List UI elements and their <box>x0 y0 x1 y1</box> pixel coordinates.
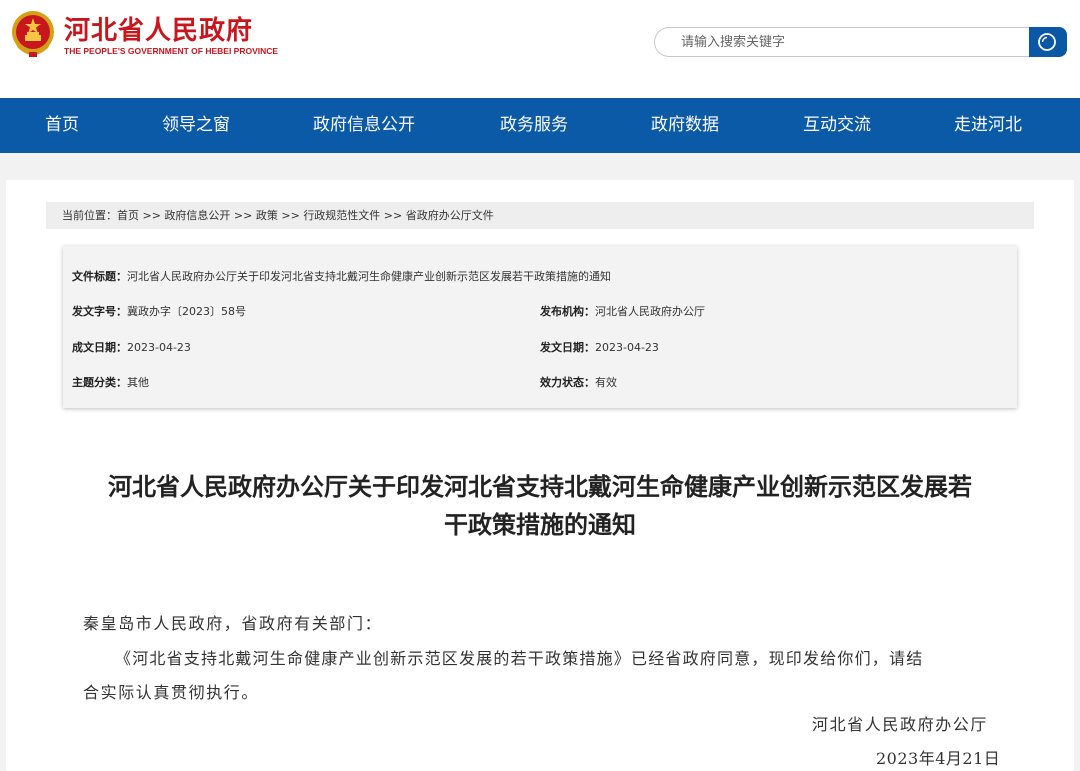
breadcrumb-separator: >> <box>139 209 165 222</box>
info-doc-no-value: 冀政办字〔2023〕58号 <box>127 305 246 318</box>
breadcrumb-prefix: 当前位置： <box>62 209 117 222</box>
document-body-line-2: 合实际认真贯彻执行。 <box>83 683 260 702</box>
site-title[interactable]: 河北省人民政府 <box>64 10 253 47</box>
document-date: 2023年4月21日 <box>876 749 1001 768</box>
info-status-value: 有效 <box>595 376 617 389</box>
info-status-label: 效力状态： <box>540 376 595 389</box>
site-header: 河北省人民政府 THE PEOPLE'S GOVERNMENT OF HEBEI… <box>0 0 1080 98</box>
main-nav: 首页 领导之窗 政府信息公开 政务服务 政府数据 互动交流 走进河北 <box>0 98 1080 153</box>
info-doc-no-row: 发文字号：冀政办字〔2023〕58号 <box>72 303 246 319</box>
nav-item-gov-data[interactable]: 政府数据 <box>651 98 719 153</box>
nav-item-interaction[interactable]: 互动交流 <box>803 98 871 153</box>
content-right-band <box>1074 153 1080 771</box>
info-title-row: 文件标题：河北省人民政府办公厅关于印发河北省支持北戴河生命健康产业创新示范区发展… <box>72 268 611 284</box>
info-category-value: 其他 <box>127 376 149 389</box>
nav-item-leaders[interactable]: 领导之窗 <box>162 98 230 153</box>
breadcrumb-item-home[interactable]: 首页 <box>117 209 139 222</box>
info-doc-no-label: 发文字号： <box>72 305 127 318</box>
info-issuer-label: 发布机构： <box>540 305 595 318</box>
national-emblem-icon[interactable] <box>10 8 56 58</box>
info-status-row: 效力状态：有效 <box>540 374 617 390</box>
breadcrumb-separator: >> <box>230 209 256 222</box>
search-button[interactable] <box>1029 27 1067 57</box>
breadcrumb-separator: >> <box>277 209 304 222</box>
info-issuer-value: 河北省人民政府办公厅 <box>595 305 705 318</box>
content-top-band <box>0 153 1080 180</box>
info-written-date-row: 成文日期：2023-04-23 <box>72 339 191 355</box>
info-title-label: 文件标题： <box>72 270 127 283</box>
document-salutation: 秦皇岛市人民政府，省政府有关部门： <box>83 614 383 633</box>
document-info-card: 文件标题：河北省人民政府办公厅关于印发河北省支持北戴河生命健康产业创新示范区发展… <box>63 246 1017 408</box>
nav-item-about-hebei[interactable]: 走进河北 <box>954 98 1022 153</box>
info-category-label: 主题分类： <box>72 376 127 389</box>
document-signature: 河北省人民政府办公厅 <box>812 715 989 734</box>
breadcrumb: 当前位置：首页 >> 政府信息公开 >> 政策 >> 行政规范性文件 >> 省政… <box>46 202 1034 229</box>
search-icon <box>1038 33 1056 51</box>
nav-item-gov-services[interactable]: 政务服务 <box>500 98 568 153</box>
document-title-line-2: 干政策措施的通知 <box>444 510 636 539</box>
breadcrumb-item-info-disclosure[interactable]: 政府信息公开 <box>164 209 230 222</box>
info-issue-date-value: 2023-04-23 <box>595 341 659 354</box>
info-category-row: 主题分类：其他 <box>72 374 149 390</box>
breadcrumb-item-normative-docs[interactable]: 行政规范性文件 <box>303 209 380 222</box>
info-issuer-row: 发布机构：河北省人民政府办公厅 <box>540 303 705 319</box>
breadcrumb-item-office-docs[interactable]: 省政府办公厅文件 <box>406 209 494 222</box>
info-title-value: 河北省人民政府办公厅关于印发河北省支持北戴河生命健康产业创新示范区发展若干政策措… <box>127 270 611 283</box>
document-body-line-1: 《河北省支持北戴河生命健康产业创新示范区发展的若干政策措施》已经省政府同意，现印… <box>115 649 924 668</box>
info-written-date-label: 成文日期： <box>72 341 127 354</box>
document-title: 河北省人民政府办公厅关于印发河北省支持北戴河生命健康产业创新示范区发展若 干政策… <box>70 468 1010 544</box>
nav-item-info-disclosure[interactable]: 政府信息公开 <box>313 98 415 153</box>
info-issue-date-row: 发文日期：2023-04-23 <box>540 339 659 355</box>
search-input[interactable] <box>654 27 1030 57</box>
breadcrumb-item-policy[interactable]: 政策 <box>256 209 278 222</box>
info-issue-date-label: 发文日期： <box>540 341 595 354</box>
nav-item-home[interactable]: 首页 <box>45 98 79 153</box>
document-title-line-1: 河北省人民政府办公厅关于印发河北省支持北戴河生命健康产业创新示范区发展若 <box>108 472 972 501</box>
breadcrumb-separator: >> <box>380 209 406 222</box>
site-subtitle: THE PEOPLE'S GOVERNMENT OF HEBEI PROVINC… <box>64 46 279 56</box>
info-written-date-value: 2023-04-23 <box>127 341 191 354</box>
